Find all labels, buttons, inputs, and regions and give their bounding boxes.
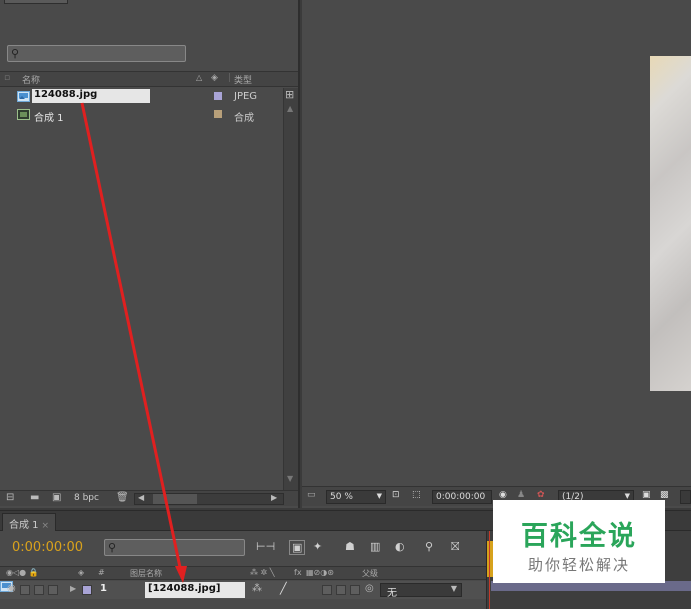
safe-zones-icon[interactable]: ⬚: [412, 490, 421, 504]
frame-blending-icon[interactable]: ▥: [370, 540, 380, 553]
tab-composition[interactable]: 合成 1 ×: [2, 513, 57, 531]
tag-icon[interactable]: ◈: [211, 73, 218, 83]
project-item-list: 124088.jpg JPEG 合成 1 合成: [0, 88, 282, 124]
bpc-label[interactable]: 8 bpc: [74, 493, 99, 503]
project-footer: ⊟ ▬ ▣ 8 bpc 🗑 ◀ ▶: [0, 490, 298, 506]
project-item-type: JPEG: [234, 91, 258, 102]
scroll-thumb[interactable]: [153, 494, 197, 504]
switches-column-icons[interactable]: ▦⊘◑⊛: [306, 568, 334, 577]
column-name[interactable]: 名称: [22, 73, 40, 86]
label-swatch[interactable]: [82, 585, 92, 595]
layer-name[interactable]: [124088.jpg]: [145, 582, 245, 598]
column-parent[interactable]: 父级: [362, 568, 378, 579]
trash-icon[interactable]: 🗑: [116, 492, 129, 503]
layer-column-header: ◉◁● 🔒 ◈ # 图层名称 ⁂ ✲ ╲ fx ▦⊘◑⊛ 父级: [0, 566, 486, 580]
sort-ascending-icon[interactable]: △: [196, 73, 202, 82]
label-column-icon[interactable]: ◈: [78, 568, 84, 577]
label-swatch[interactable]: [214, 92, 222, 100]
close-icon[interactable]: ×: [42, 521, 50, 531]
always-preview-icon[interactable]: ▭: [307, 490, 316, 504]
search-icon: ⚲: [108, 541, 117, 554]
visibility-column-icon[interactable]: ◉◁● 🔒: [6, 568, 39, 577]
layer-row[interactable]: ◉ ▶ 1 [124088.jpg] ⁂ ╱ ◎ 无 ▼: [0, 581, 486, 599]
flowchart-icon[interactable]: ⊞: [285, 88, 294, 101]
composition-mini-flowchart-icon[interactable]: ⊢⊣: [256, 540, 275, 553]
frame-blend-switch[interactable]: [336, 585, 346, 595]
watermark-subtitle: 助你轻松解决: [527, 556, 630, 574]
viewer-timecode[interactable]: 0:00:00:00: [432, 490, 492, 504]
label-swatch[interactable]: [214, 110, 222, 118]
brainstorm-icon[interactable]: ⛝: [451, 540, 459, 554]
audio-switch[interactable]: [20, 585, 30, 595]
zoom-select[interactable]: 50 % ▼: [326, 490, 386, 504]
shy-layers-icon[interactable]: ☗: [345, 540, 355, 553]
tab-label: 合成 1: [9, 520, 39, 531]
fit-icon[interactable]: ⊡: [392, 490, 400, 504]
new-composition-icon[interactable]: ▣: [52, 492, 61, 503]
project-item-type: 合成: [234, 113, 254, 124]
search-icon: ⚲: [11, 47, 20, 60]
project-panel: ⚲ ▫ 名称 △ ◈ | 类型 124088.jpg JPEG 合成 1 合成 …: [0, 0, 300, 508]
column-fx[interactable]: fx: [294, 568, 302, 577]
composition-image: [650, 56, 691, 391]
shy-switch-icon[interactable]: ⁂: [252, 583, 262, 594]
draft-3d-icon[interactable]: ✦: [313, 540, 322, 553]
project-search-input[interactable]: [24, 47, 182, 60]
label-column-icon: ▫: [4, 73, 11, 83]
motion-blur-icon[interactable]: ◐: [395, 540, 405, 553]
effect-switch[interactable]: [322, 585, 332, 595]
scroll-down-icon[interactable]: ▼: [287, 474, 293, 483]
chevron-down-icon: ▼: [624, 492, 630, 500]
quality-switch-icon[interactable]: ╱: [280, 582, 287, 595]
project-item-name: 合成 1: [34, 113, 64, 124]
scroll-up-icon[interactable]: ▲: [287, 104, 293, 113]
chevron-down-icon: ▼: [450, 584, 457, 593]
column-layer-name[interactable]: 图层名称: [130, 568, 162, 579]
chevron-down-icon: ▼: [376, 492, 382, 500]
timeline-timecode[interactable]: 0:00:00:00: [12, 540, 83, 555]
composition-viewer: ▭ 50 % ▼ ⊡ ⬚ 0:00:00:00 ◉ ♟ ✿ (1/2) ▼ ▣ …: [302, 0, 691, 508]
motion-blur-switch[interactable]: [350, 585, 360, 595]
image-file-icon: [17, 91, 30, 102]
scroll-left-icon[interactable]: ◀: [138, 493, 144, 502]
eye-icon[interactable]: ◉: [7, 583, 16, 594]
parent-value: 无: [387, 588, 397, 599]
project-item-jpeg[interactable]: 124088.jpg JPEG: [0, 88, 282, 106]
project-item-name: 124088.jpg: [32, 89, 150, 103]
scroll-right-icon[interactable]: ▶: [271, 493, 277, 502]
timeline-search[interactable]: ⚲: [104, 539, 245, 556]
project-horizontal-scrollbar[interactable]: ◀ ▶: [134, 493, 284, 505]
layer-index: 1: [100, 583, 107, 594]
composition-icon: [17, 109, 30, 120]
project-item-comp[interactable]: 合成 1 合成: [0, 106, 282, 124]
column-divider: |: [228, 73, 232, 83]
watermark-logo: 百科全说 助你轻松解决: [493, 500, 665, 583]
switches-column-icon[interactable]: ⁂ ✲ ╲: [250, 568, 275, 577]
parent-pickwhip-icon[interactable]: ◎: [365, 583, 374, 594]
zoom-value: 50 %: [330, 492, 353, 502]
watermark-title: 百科全说: [521, 521, 637, 552]
solo-switch[interactable]: [34, 585, 44, 595]
column-type[interactable]: 类型: [234, 73, 252, 86]
parent-select[interactable]: 无 ▼: [380, 583, 462, 599]
current-time-indicator[interactable]: [489, 531, 490, 609]
project-column-header: ▫ 名称 △ ◈ | 类型: [0, 71, 298, 87]
project-search[interactable]: ⚲: [7, 45, 186, 62]
interpret-footage-icon[interactable]: ⊟: [6, 492, 14, 503]
column-number[interactable]: #: [98, 568, 105, 577]
timeline-search-input[interactable]: [121, 541, 241, 554]
live-update-icon[interactable]: ▣: [289, 540, 306, 555]
folder-icon[interactable]: ▬: [30, 492, 39, 503]
project-scrollbar[interactable]: ⊞ ▲ ▼: [283, 88, 298, 490]
graph-editor-icon[interactable]: ⚲: [425, 540, 433, 553]
view-options-button[interactable]: [680, 490, 691, 504]
lock-switch[interactable]: [48, 585, 58, 595]
thumbnail-box: [4, 0, 68, 4]
expand-triangle-icon[interactable]: ▶: [70, 584, 76, 593]
